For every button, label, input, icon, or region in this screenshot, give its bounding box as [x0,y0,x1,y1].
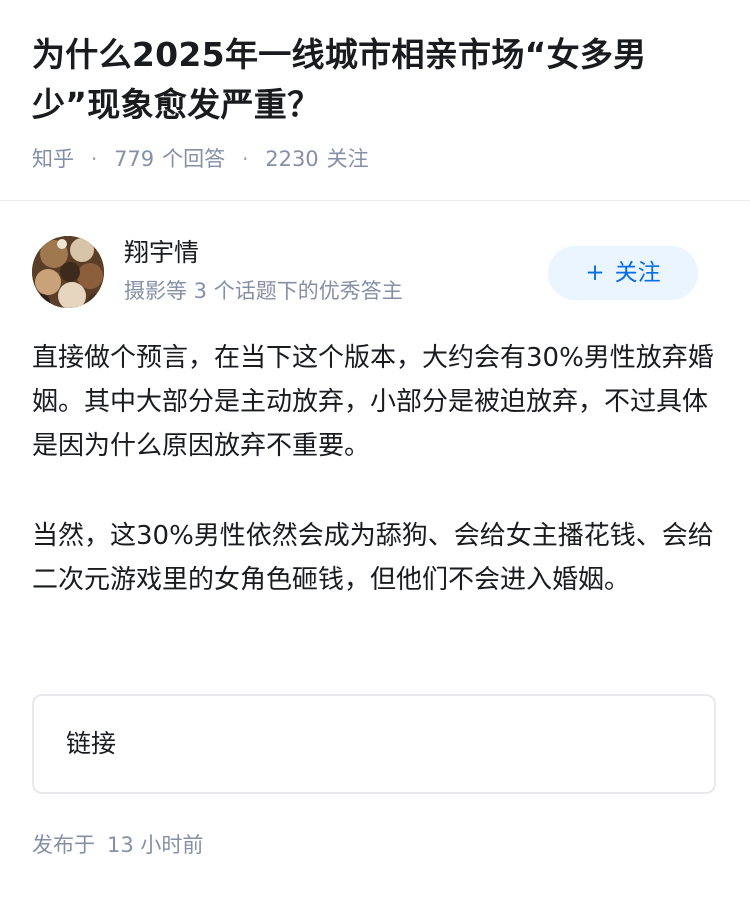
answers-label: 个回答 [162,147,226,171]
question-title[interactable]: 为什么2025年一线城市相亲市场“女多男少”现象愈发严重？ [32,30,718,130]
avatar[interactable] [32,236,104,308]
author-block: 翔宇情 摄影等 3 个话题下的优秀答主 + 关注 [32,236,718,308]
answer-paragraph: 当然，这30%男性依然会成为舔狗、会给女主播花钱、会给二次元游戏里的女角色砸钱，… [32,521,714,595]
answer-content: 直接做个预言，在当下这个版本，大约会有30%男性放弃婚姻。其中大部分是主动放弃，… [32,336,722,602]
posted-prefix: 发布于 [32,833,95,857]
posted-time-value: 13 小时前 [107,833,204,857]
author-name[interactable]: 翔宇情 [124,236,199,270]
answers-count: 779 [114,147,155,171]
link-card-label: 链接 [66,729,117,758]
question-meta: 知乎 · 779 个回答 · 2230 关注 [32,144,718,174]
followers-label: 关注 [326,147,369,171]
author-description: 摄影等 3 个话题下的优秀答主 [124,279,403,303]
source-label[interactable]: 知乎 [32,147,74,171]
followers-count: 2230 [265,147,319,171]
link-card[interactable]: 链接 [32,694,716,794]
meta-separator-dot: · [241,147,249,171]
follow-button-label: 关注 [614,260,661,286]
question-header: 为什么2025年一线城市相亲市场“女多男少”现象愈发严重？ 知乎 · 779 个回… [0,0,750,171]
posted-time: 发布于 13 小时前 [32,830,203,860]
answer-paragraph: 直接做个预言，在当下这个版本，大约会有30%男性放弃婚姻。其中大部分是主动放弃，… [32,343,714,461]
plus-icon: + [585,260,605,286]
answer-page: 为什么2025年一线城市相亲市场“女多男少”现象愈发严重？ 知乎 · 779 个回… [0,0,750,900]
section-divider [0,200,750,201]
avatar-image [32,236,104,308]
follow-button[interactable]: + 关注 [548,246,698,300]
meta-separator-dot: · [90,147,98,171]
